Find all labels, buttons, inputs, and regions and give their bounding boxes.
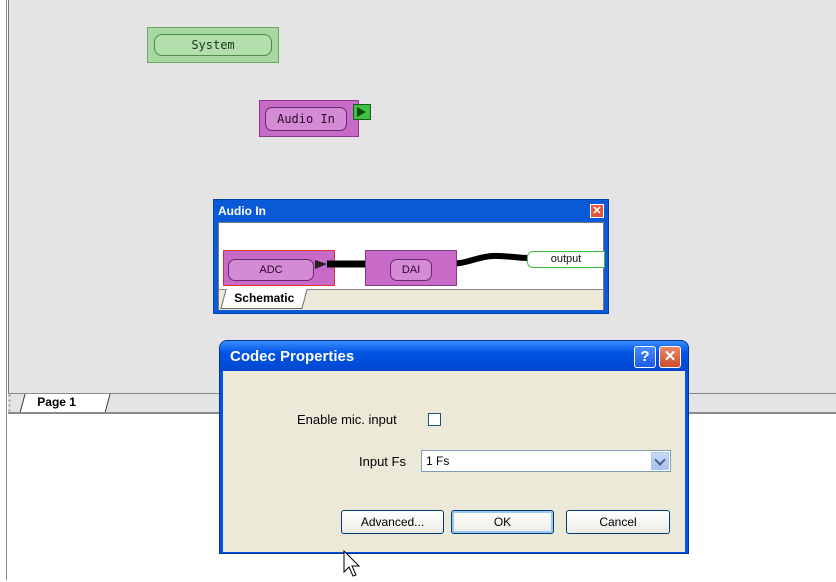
help-button[interactable]: ?: [634, 346, 656, 368]
input-fs-select[interactable]: 1 Fs: [421, 450, 671, 472]
audio-in-output-port-icon[interactable]: [353, 104, 371, 120]
system-block[interactable]: System: [147, 27, 279, 63]
schematic-canvas[interactable]: System Audio In Audio In ✕ ADC DAI outpu…: [8, 0, 836, 393]
adc-output-arrow-icon: [315, 260, 327, 269]
codec-properties-dialog: Codec Properties ? ✕ Enable mic. input I…: [219, 340, 689, 554]
advanced-button[interactable]: Advanced...: [341, 510, 444, 534]
dai-block-label: DAI: [390, 259, 432, 281]
dialog-title: Codec Properties: [230, 348, 355, 365]
mouse-pointer-icon: [343, 550, 361, 577]
input-fs-label: Input Fs: [359, 454, 406, 469]
audio-in-block[interactable]: Audio In: [259, 100, 359, 137]
chevron-down-icon[interactable]: [651, 452, 669, 470]
enable-mic-checkbox[interactable]: [428, 413, 441, 426]
audio-in-subwindow[interactable]: Audio In ✕ ADC DAI output Schematic: [213, 199, 609, 314]
dialog-titlebar[interactable]: Codec Properties ? ✕: [220, 341, 688, 371]
tab-schematic[interactable]: Schematic: [220, 289, 308, 309]
input-fs-value: 1 Fs: [426, 454, 450, 468]
dai-block[interactable]: DAI: [365, 250, 457, 286]
system-block-label: System: [154, 34, 272, 56]
subwindow-close-icon[interactable]: ✕: [590, 204, 604, 218]
tab-schematic-label: Schematic: [234, 291, 295, 305]
subwindow-title: Audio In: [218, 204, 266, 218]
output-port-label[interactable]: output: [527, 251, 605, 268]
dai-to-output-wire: [448, 252, 530, 267]
tab-page-1[interactable]: Page 1: [19, 394, 111, 413]
audio-in-block-label: Audio In: [265, 107, 347, 131]
ok-button[interactable]: OK: [451, 510, 554, 534]
tab-page-1-label: Page 1: [37, 395, 76, 409]
enable-mic-label: Enable mic. input: [297, 412, 397, 427]
dialog-client-area: Enable mic. input Input Fs 1 Fs Advanced…: [223, 371, 685, 552]
subwindow-schematic-area[interactable]: ADC DAI output Schematic: [218, 222, 605, 310]
subwindow-tabstrip: Schematic: [219, 289, 603, 310]
close-button[interactable]: ✕: [659, 346, 681, 368]
cancel-button[interactable]: Cancel: [566, 510, 670, 534]
